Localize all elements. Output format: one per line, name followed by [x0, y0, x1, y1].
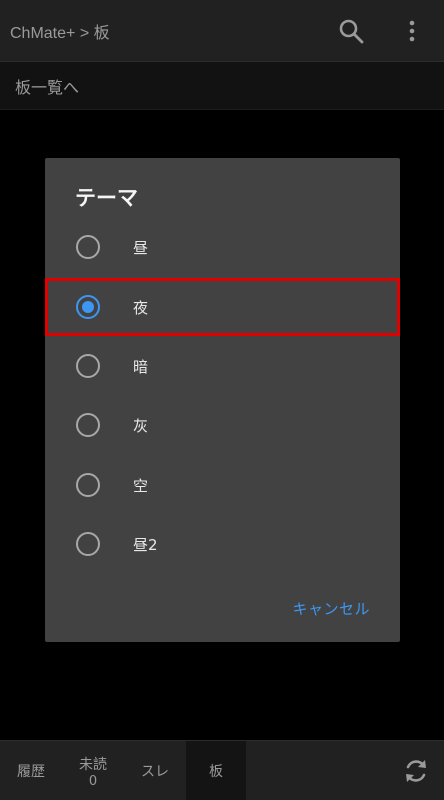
app-title: ChMate+ > 板: [10, 24, 110, 42]
tab-label: 板: [209, 764, 223, 780]
bottom-bar: 履歴 未読 0 スレ 板: [0, 740, 444, 800]
radio-button-checked[interactable]: [76, 295, 100, 319]
board-list-link[interactable]: 板一覧へ: [0, 62, 444, 110]
theme-option-dark[interactable]: 暗: [45, 337, 400, 395]
more-vertical-icon[interactable]: [393, 12, 431, 50]
tab-label: スレ: [141, 764, 169, 780]
tab-unread[interactable]: 未読 0: [62, 741, 124, 800]
app-bar: ChMate+ > 板: [0, 0, 444, 62]
cancel-button[interactable]: キャンセル: [292, 598, 370, 619]
option-label: 昼: [133, 238, 149, 257]
theme-option-gray[interactable]: 灰: [45, 396, 400, 454]
theme-option-sky[interactable]: 空: [45, 456, 400, 514]
tab-board[interactable]: 板: [186, 741, 246, 800]
radio-button[interactable]: [76, 532, 100, 556]
tab-history[interactable]: 履歴: [0, 741, 62, 800]
option-label: 灰: [133, 416, 149, 435]
option-label: 空: [133, 476, 149, 495]
tab-label: 履歴: [17, 764, 45, 780]
screen: ChMate+ > 板 板一覧へ テーマ 昼 夜 暗 灰 空 昼2 キャンセル …: [0, 0, 444, 800]
radio-button[interactable]: [76, 354, 100, 378]
option-label: 暗: [133, 357, 149, 376]
dialog-title: テーマ: [75, 186, 138, 210]
theme-option-day[interactable]: 昼: [45, 218, 400, 276]
search-icon[interactable]: [332, 12, 370, 50]
board-list-label: 板一覧へ: [15, 77, 80, 97]
radio-button[interactable]: [76, 413, 100, 437]
unread-count: 0: [88, 773, 98, 789]
radio-button[interactable]: [76, 235, 100, 259]
theme-option-day2[interactable]: 昼2: [45, 515, 400, 573]
radio-button[interactable]: [76, 473, 100, 497]
theme-option-night[interactable]: 夜: [45, 278, 400, 336]
tab-threads[interactable]: スレ: [124, 741, 186, 800]
theme-dialog: テーマ 昼 夜 暗 灰 空 昼2 キャンセル: [45, 158, 400, 642]
tab-label: 未読: [79, 756, 107, 773]
option-label: 昼2: [133, 535, 158, 554]
refresh-icon[interactable]: [400, 755, 432, 787]
option-label: 夜: [133, 298, 149, 317]
